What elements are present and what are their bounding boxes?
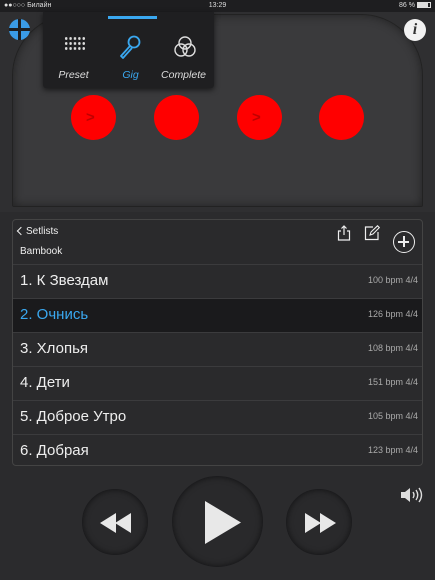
song-row[interactable]: 3. Хлопья 108 bpm 4/4	[13, 332, 422, 366]
song-title: 4. Дети	[20, 374, 70, 391]
info-button[interactable]: i	[404, 19, 426, 41]
mode-label: Gig	[122, 69, 139, 81]
fast-forward-button[interactable]	[286, 489, 352, 555]
setlist-header: Setlists Bambook	[13, 220, 422, 264]
battery-indicator: 86 %	[399, 2, 431, 9]
add-icon[interactable]	[393, 231, 415, 253]
pad-button-1[interactable]: >	[71, 95, 116, 140]
pad-button-3[interactable]: >	[237, 95, 282, 140]
song-title: 1. К Звездам	[20, 272, 109, 289]
battery-icon	[417, 2, 431, 8]
arrow-icon: >	[252, 109, 261, 126]
fast-forward-icon	[305, 513, 336, 533]
play-button[interactable]	[172, 476, 263, 567]
mode-preset[interactable]: Preset	[45, 16, 102, 86]
play-icon	[205, 501, 241, 544]
setlist-panel: Setlists Bambook 1. К Звездам 100 bpm 4/…	[12, 219, 423, 466]
mode-complete[interactable]: Complete	[155, 16, 212, 86]
clock-label: 13:29	[208, 2, 227, 9]
song-row-selected[interactable]: 2. Очнись 126 bpm 4/4	[13, 298, 422, 332]
song-row[interactable]: 4. Дети 151 bpm 4/4	[13, 366, 422, 400]
song-row[interactable]: 6. Добрая 123 bpm 4/4	[13, 434, 422, 465]
mode-label: Complete	[161, 69, 206, 81]
song-tempo: 126 bpm 4/4	[367, 309, 418, 319]
song-title: 3. Хлопья	[20, 340, 89, 357]
mode-switcher: Preset Gig Complete	[43, 12, 214, 88]
microphone-icon	[120, 35, 141, 59]
song-tempo: 151 bpm 4/4	[367, 377, 418, 387]
chevron-left-icon	[16, 226, 26, 236]
song-list: 1. К Звездам 100 bpm 4/4 2. Очнись 126 b…	[13, 264, 422, 465]
speaker-icon[interactable]	[400, 486, 424, 504]
song-tempo: 123 bpm 4/4	[367, 445, 418, 455]
rewind-button[interactable]	[82, 489, 148, 555]
edit-icon[interactable]	[364, 225, 380, 241]
song-title: 6. Добрая	[20, 442, 89, 459]
song-tempo: 100 bpm 4/4	[367, 275, 418, 285]
song-title: 5. Доброе Утро	[20, 408, 127, 425]
song-tempo: 105 bpm 4/4	[367, 411, 418, 421]
pad-button-2[interactable]	[154, 95, 199, 140]
back-label: Setlists	[26, 226, 59, 237]
song-title: 2. Очнись	[20, 306, 89, 323]
share-icon[interactable]	[337, 225, 351, 241]
battery-label: 86 %	[399, 2, 415, 9]
rewind-icon	[100, 513, 131, 533]
mode-gig[interactable]: Gig	[102, 16, 159, 86]
venn-icon	[174, 36, 196, 57]
status-bar: ●●○○○ Билайн 13:29 86 %	[0, 0, 435, 12]
song-row[interactable]: 1. К Звездам 100 bpm 4/4	[13, 264, 422, 298]
setlist-name: Bambook	[20, 246, 63, 257]
pad-button-4[interactable]	[319, 95, 364, 140]
mode-label: Preset	[58, 69, 89, 81]
song-tempo: 108 bpm 4/4	[367, 343, 418, 353]
arrow-icon: >	[86, 109, 95, 126]
grid-icon	[64, 36, 86, 51]
globe-icon[interactable]	[9, 19, 30, 40]
back-button[interactable]: Setlists	[16, 226, 59, 237]
song-row[interactable]: 5. Доброе Утро 105 bpm 4/4	[13, 400, 422, 434]
